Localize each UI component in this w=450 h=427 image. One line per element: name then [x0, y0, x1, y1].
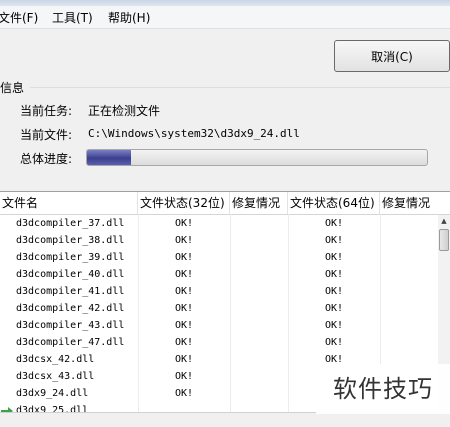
- cell-status-32: OK!: [174, 286, 194, 297]
- cell-status-32: OK!: [174, 388, 194, 399]
- column-header-filename[interactable]: 文件名: [0, 192, 138, 214]
- cell-filename: d3dcompiler_43.dll: [16, 320, 125, 331]
- cell-status-64: OK!: [324, 320, 344, 331]
- cell-status-64: OK!: [324, 303, 344, 314]
- table-row[interactable]: d3dcompiler_40.dll OK! OK!: [0, 266, 438, 283]
- table-header: 文件名 文件状态(32位) 修复情况 文件状态(64位) 修复情况: [0, 192, 450, 215]
- cell-filename: d3dcsx_42.dll: [16, 354, 95, 365]
- scroll-thumb[interactable]: [439, 229, 449, 251]
- current-task-label: 当前任务:: [20, 104, 73, 118]
- cell-filename: d3dcompiler_40.dll: [16, 269, 125, 280]
- table-row[interactable]: d3dcompiler_42.dll OK! OK!: [0, 300, 438, 317]
- cell-filename: d3dcompiler_41.dll: [16, 286, 125, 297]
- column-header-status-32[interactable]: 文件状态(32位): [138, 192, 230, 214]
- menu-bar: 文件(F) 工具(T) 帮助(H): [0, 6, 450, 29]
- cell-status-32: OK!: [174, 320, 194, 331]
- cell-status-32: OK!: [174, 269, 194, 280]
- cell-status-64: OK!: [324, 337, 344, 348]
- cell-filename: d3dcompiler_37.dll: [16, 218, 125, 229]
- column-header-repair-64[interactable]: 修复情况: [380, 192, 438, 214]
- watermark: 软件技巧: [316, 364, 450, 414]
- overall-progress-label: 总体进度:: [20, 152, 73, 166]
- cell-status-64: OK!: [324, 218, 344, 229]
- cell-status-32: OK!: [174, 218, 194, 229]
- cell-filename: d3dcompiler_42.dll: [16, 303, 125, 314]
- menu-tools[interactable]: 工具(T): [52, 9, 93, 26]
- cell-status-32: OK!: [174, 354, 194, 365]
- table-row[interactable]: d3dcompiler_43.dll OK! OK!: [0, 317, 438, 334]
- current-file-label: 当前文件:: [20, 128, 73, 142]
- cell-status-64: OK!: [324, 235, 344, 246]
- scroll-up-icon[interactable]: ▲: [438, 215, 450, 227]
- overall-progress-bar: [86, 149, 428, 166]
- cell-filename: d3dx9_24.dll: [16, 388, 89, 399]
- menu-file[interactable]: 文件(F): [0, 9, 38, 26]
- table-row[interactable]: d3dcompiler_39.dll OK! OK!: [0, 249, 438, 266]
- progress-fill: [87, 150, 132, 165]
- cell-status-32: OK!: [174, 303, 194, 314]
- cell-status-32: OK!: [174, 337, 194, 348]
- table-row[interactable]: d3dcompiler_47.dll OK! OK!: [0, 334, 438, 351]
- column-header-status-64[interactable]: 文件状态(64位): [288, 192, 380, 214]
- cell-status-32: OK!: [174, 252, 194, 263]
- cell-filename: d3dcsx_43.dll: [16, 371, 95, 382]
- status-strip: [0, 412, 450, 427]
- info-group-title: 信息: [0, 81, 25, 95]
- table-row[interactable]: d3dcompiler_38.dll OK! OK!: [0, 232, 438, 249]
- cell-status-64: OK!: [324, 252, 344, 263]
- cell-filename: d3dcompiler_38.dll: [16, 235, 125, 246]
- cell-filename: d3dcompiler_47.dll: [16, 337, 125, 348]
- cell-status-32: OK!: [174, 371, 194, 382]
- column-header-repair-32[interactable]: 修复情况: [230, 192, 288, 214]
- current-file-value: C:\Windows\system32\d3dx9_24.dll: [88, 127, 300, 140]
- cell-status-64: OK!: [324, 269, 344, 280]
- current-task-value: 正在检测文件: [88, 104, 161, 118]
- cell-filename: d3dcompiler_39.dll: [16, 252, 125, 263]
- cell-status-32: OK!: [174, 235, 194, 246]
- table-row[interactable]: d3dcompiler_41.dll OK! OK!: [0, 283, 438, 300]
- group-divider: [30, 87, 450, 88]
- table-row[interactable]: d3dcompiler_37.dll OK! OK!: [0, 215, 438, 232]
- cell-status-64: OK!: [324, 286, 344, 297]
- menu-help[interactable]: 帮助(H): [108, 9, 150, 26]
- cancel-button[interactable]: 取消(C): [334, 40, 450, 72]
